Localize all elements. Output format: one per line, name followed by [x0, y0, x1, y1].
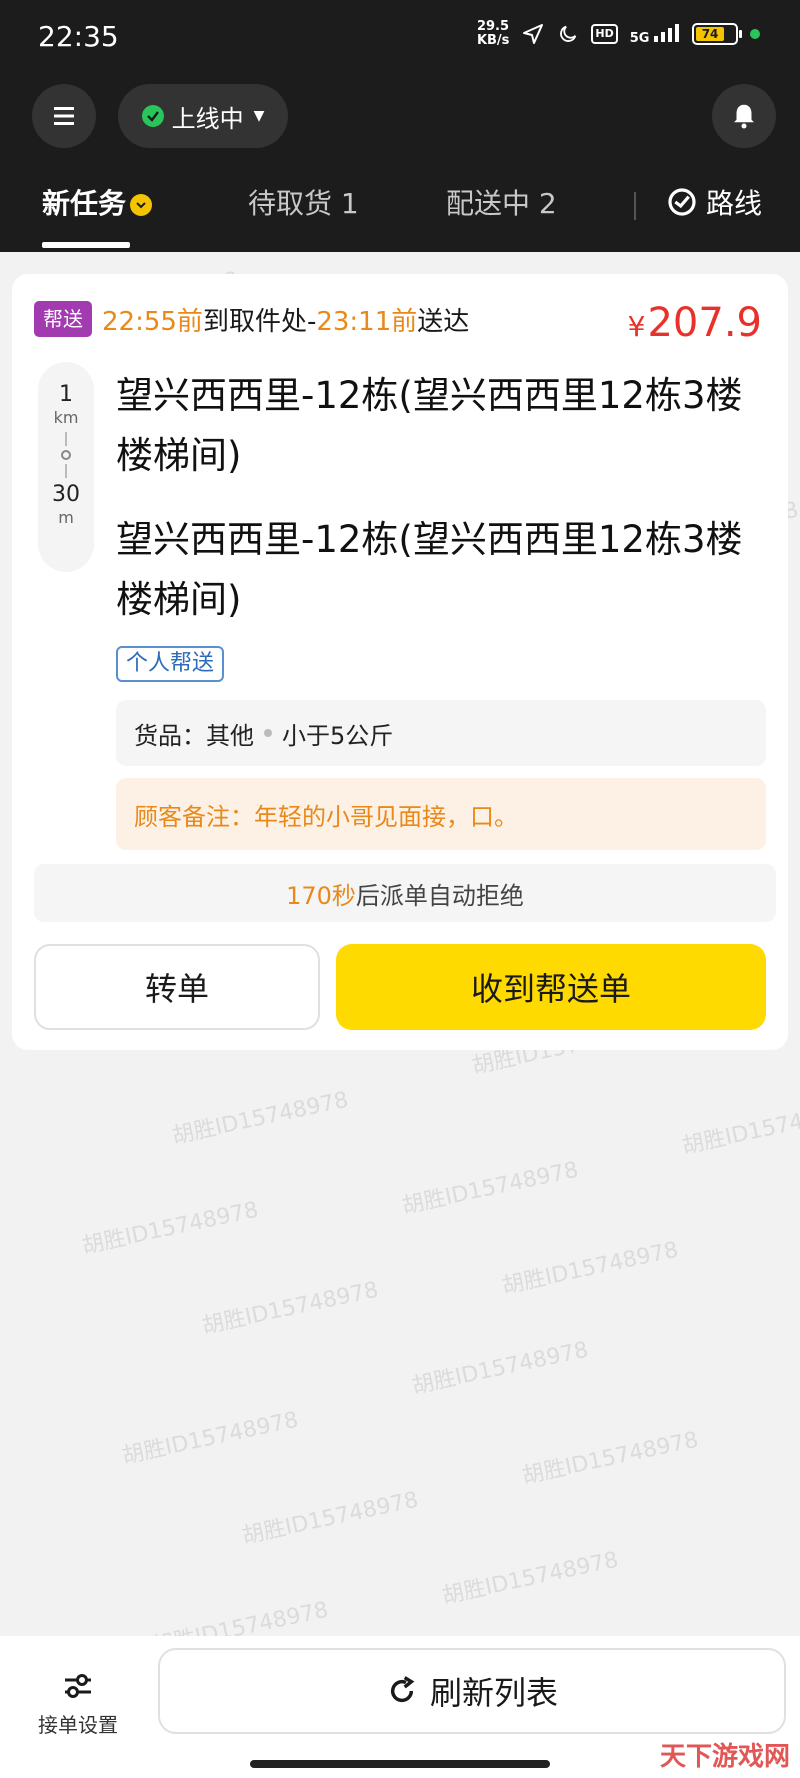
watermark-text: 胡胜ID15748978	[499, 1237, 681, 1300]
order-price: ¥207.9	[628, 300, 762, 346]
status-icons: 29.5 KB/s HD 5G 74	[477, 20, 760, 48]
distance-to-pickup-unit: km	[53, 408, 79, 427]
order-settings-label: 接单设置	[38, 1712, 118, 1737]
pickup-address: 望兴西西里-12栋(望兴西西里12栋3楼楼梯间)	[116, 374, 743, 477]
accept-order-button[interactable]: 收到帮送单	[336, 944, 766, 1030]
distance-to-dropoff: 30	[52, 482, 80, 507]
goods-category: 货品：其他	[134, 721, 254, 750]
watermark-text: 胡胜ID15748978	[119, 1407, 301, 1470]
tab-route-label: 路线	[706, 187, 763, 220]
distance-to-dropoff-unit: m	[58, 508, 74, 527]
check-icon	[141, 105, 164, 127]
watermark-text: 胡胜ID15748978	[409, 1337, 591, 1400]
moon-icon	[557, 23, 579, 45]
sliders-icon	[65, 1673, 91, 1698]
tab-divider	[634, 192, 636, 220]
refresh-list-button[interactable]: 刷新列表	[158, 1648, 786, 1734]
distance-to-pickup: 1	[59, 382, 73, 407]
home-indicator[interactable]	[250, 1760, 550, 1768]
route-icon	[668, 188, 696, 216]
hamburger-icon	[54, 107, 74, 125]
tab-delivering[interactable]: 配送中 2	[446, 182, 557, 222]
site-logo: 天下游戏网	[659, 1742, 790, 1772]
location-arrow-icon	[521, 22, 545, 46]
battery-icon: 74	[692, 23, 742, 45]
watermark-text: 胡胜ID15748978	[169, 1087, 351, 1150]
bell-icon	[734, 104, 754, 129]
app-header: 22:35 29.5 KB/s HD 5G 74 上线中 ▼ 新任务 待取货 1…	[0, 0, 800, 252]
green-dot-icon	[750, 29, 760, 39]
status-bar: 22:35 29.5 KB/s HD 5G 74	[0, 0, 800, 72]
tab-new-tasks[interactable]: 新任务	[42, 182, 153, 222]
menu-button[interactable]	[32, 84, 96, 148]
watermark-text: 胡胜ID15748978	[679, 1097, 800, 1160]
goods-weight: 小于5公斤	[282, 721, 394, 750]
notification-button[interactable]	[712, 84, 776, 148]
goods-info: 货品：其他 小于5公斤	[116, 700, 766, 766]
signal-icon: 5G	[629, 23, 680, 46]
tab-new-label: 新任务	[42, 187, 127, 220]
watermark-text: 胡胜ID15748978	[519, 1427, 701, 1490]
network-speed-value: 29.5	[476, 19, 510, 34]
watermark-text: 胡胜ID15748978	[439, 1547, 621, 1610]
refresh-icon	[390, 1676, 415, 1703]
customer-note: 顾客备注：年轻的小哥见面接，口。	[116, 778, 766, 850]
delivery-deadline: 23:11前	[316, 306, 418, 337]
distance-indicator: 1 km 30 m	[38, 362, 94, 572]
pickup-deadline: 22:55前	[102, 306, 203, 337]
pin-icon	[61, 450, 71, 460]
order-time-window: 22:55前到取件处-23:11前送达	[102, 301, 469, 338]
order-type-badge: 帮送	[34, 301, 92, 337]
hd-badge: HD	[591, 24, 618, 44]
order-settings-button[interactable]: 接单设置	[22, 1656, 134, 1752]
tab-pending-pickup[interactable]: 待取货 1	[248, 182, 359, 222]
caret-down-icon: ▼	[253, 108, 265, 124]
transfer-button[interactable]: 转单	[34, 944, 320, 1030]
online-status-dropdown[interactable]: 上线中 ▼	[118, 84, 288, 148]
network-speed-unit: KB/s	[476, 33, 510, 48]
price-currency: ¥	[627, 310, 646, 343]
online-status-label: 上线中	[171, 104, 244, 133]
auto-reject-countdown: 170秒 后派单自动拒绝	[34, 864, 776, 922]
pickup-text: 到取件处-	[202, 306, 317, 337]
battery-level: 74	[696, 27, 725, 41]
network-speed: 29.5 KB/s	[477, 20, 509, 48]
watermark-text: 胡胜ID15748978	[239, 1487, 421, 1550]
separator-dot	[264, 729, 272, 737]
dropoff-address: 望兴西西里-12栋(望兴西西里12栋3楼楼梯间)	[116, 518, 743, 621]
delivery-text: 送达	[417, 306, 470, 337]
countdown-seconds: 170秒	[286, 881, 356, 910]
order-tag: 个人帮送	[116, 646, 225, 682]
yellow-check-icon	[130, 194, 153, 216]
price-value: 207.9	[647, 300, 762, 346]
active-tab-underline	[42, 242, 130, 248]
tab-route[interactable]: 路线	[666, 182, 762, 222]
countdown-text: 后派单自动拒绝	[355, 881, 524, 910]
route-line	[65, 432, 67, 446]
watermark-text: 胡胜ID15748978	[79, 1197, 261, 1260]
refresh-list-label: 刷新列表	[429, 1674, 558, 1712]
order-tabs: 新任务 待取货 1 配送中 2 路线	[0, 172, 800, 252]
watermark-text: 胡胜ID15748978	[199, 1277, 381, 1340]
status-time: 22:35	[38, 20, 119, 53]
route-line	[65, 464, 67, 478]
network-type: 5G	[629, 30, 650, 46]
order-card[interactable]: 帮送 22:55前到取件处-23:11前送达 ¥207.9 1 km 30 m …	[12, 274, 788, 1050]
watermark-text: 胡胜ID15748978	[399, 1157, 581, 1220]
